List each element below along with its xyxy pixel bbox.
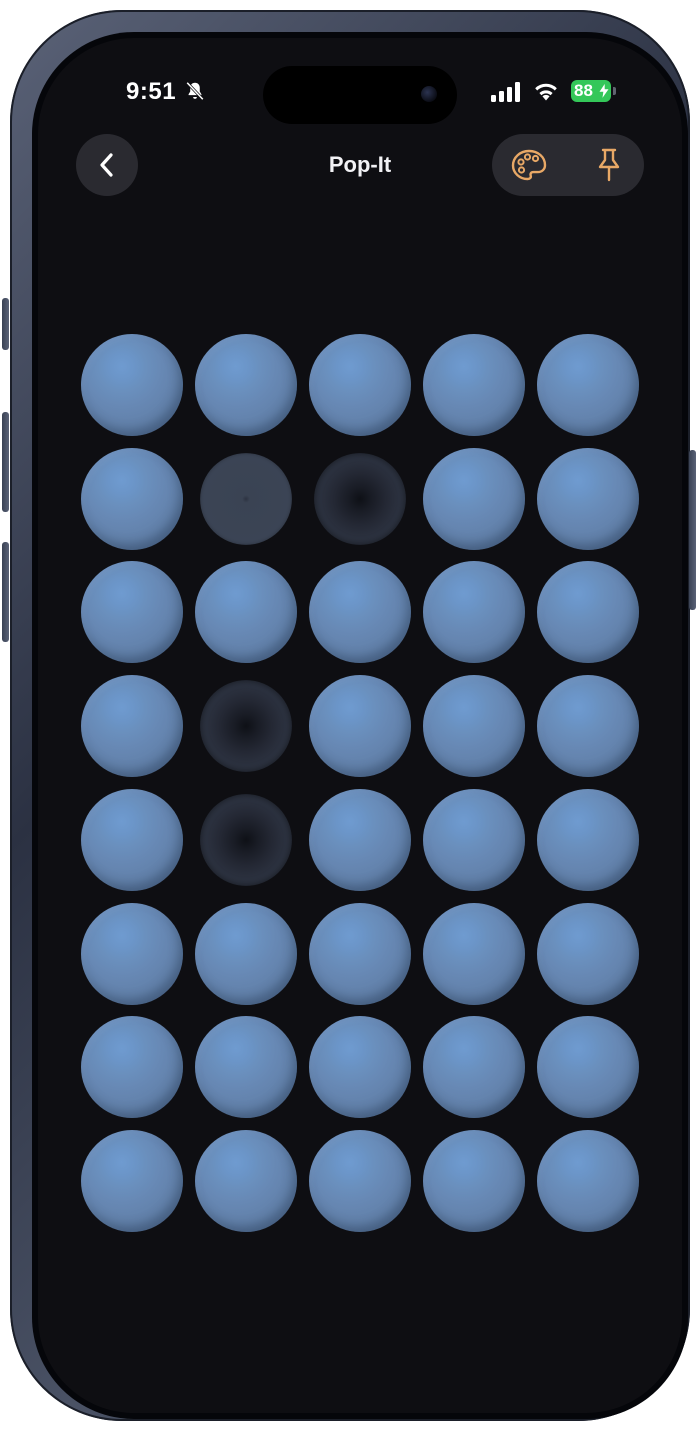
toolbar-pill bbox=[492, 134, 644, 196]
pin-button[interactable] bbox=[584, 142, 634, 188]
bubble-r3-c5[interactable] bbox=[537, 561, 639, 664]
bubble-r7-c4[interactable] bbox=[423, 1016, 525, 1119]
status-time: 9:51 bbox=[126, 78, 177, 105]
palette-icon bbox=[511, 149, 547, 181]
pin-icon bbox=[598, 148, 620, 182]
theme-button[interactable] bbox=[504, 142, 554, 188]
bubble-r3-c3[interactable] bbox=[309, 561, 411, 664]
app-screen: 9:51 88 Pop-It bbox=[38, 38, 682, 1413]
bubble-r6-c4[interactable] bbox=[423, 902, 525, 1005]
phone-frame: 9:51 88 Pop-It bbox=[2, 10, 696, 1421]
battery-charging-icon bbox=[599, 83, 609, 99]
back-button[interactable] bbox=[76, 134, 138, 196]
dynamic-island bbox=[263, 66, 457, 124]
bubble-r8-c2[interactable] bbox=[195, 1129, 297, 1232]
bubble-r7-c3[interactable] bbox=[309, 1016, 411, 1119]
bubble-r6-c3[interactable] bbox=[309, 902, 411, 1005]
wifi-icon bbox=[535, 83, 557, 101]
bubble-r7-c2[interactable] bbox=[195, 1016, 297, 1119]
battery-indicator: 88 bbox=[571, 80, 611, 102]
bubble-r2-c2-popped[interactable] bbox=[200, 452, 292, 545]
bubble-r4-c4[interactable] bbox=[423, 675, 525, 778]
bubble-r6-c2[interactable] bbox=[195, 902, 297, 1005]
bubble-r3-c4[interactable] bbox=[423, 561, 525, 664]
bubble-r1-c2[interactable] bbox=[195, 334, 297, 436]
bubble-r8-c4[interactable] bbox=[423, 1129, 525, 1232]
action-button bbox=[2, 298, 9, 350]
cellular-signal-icon bbox=[491, 82, 520, 102]
bubble-r6-c5[interactable] bbox=[537, 902, 639, 1005]
bubble-r1-c3[interactable] bbox=[309, 334, 411, 436]
bubble-r3-c1[interactable] bbox=[81, 561, 183, 664]
bubble-r5-c1[interactable] bbox=[81, 788, 183, 891]
bubble-r8-c3[interactable] bbox=[309, 1129, 411, 1232]
bubble-r5-c2-popped[interactable] bbox=[200, 793, 292, 886]
pop-it-grid bbox=[81, 334, 641, 1234]
bubble-r4-c3[interactable] bbox=[309, 675, 411, 778]
bubble-r6-c1[interactable] bbox=[81, 902, 183, 1005]
bubble-r1-c5[interactable] bbox=[537, 334, 639, 436]
bubble-r7-c1[interactable] bbox=[81, 1016, 183, 1119]
navigation-bar: Pop-It bbox=[38, 134, 682, 196]
bubble-r2-c5[interactable] bbox=[537, 447, 639, 550]
bubble-r3-c2[interactable] bbox=[195, 561, 297, 664]
bubble-r5-c5[interactable] bbox=[537, 788, 639, 891]
bubble-r5-c3[interactable] bbox=[309, 788, 411, 891]
bubble-r2-c1[interactable] bbox=[81, 447, 183, 550]
chevron-left-icon bbox=[100, 153, 113, 177]
volume-down-button bbox=[2, 542, 9, 642]
bubble-r4-c1[interactable] bbox=[81, 675, 183, 778]
battery-level: 88 bbox=[574, 81, 593, 100]
power-button bbox=[689, 450, 696, 610]
camera-icon bbox=[421, 86, 437, 102]
bubble-r8-c5[interactable] bbox=[537, 1129, 639, 1232]
bubble-r2-c4[interactable] bbox=[423, 447, 525, 550]
bubble-r5-c4[interactable] bbox=[423, 788, 525, 891]
bubble-r7-c5[interactable] bbox=[537, 1016, 639, 1119]
battery-cap bbox=[613, 87, 616, 95]
bubble-r4-c2-popped[interactable] bbox=[200, 680, 292, 772]
bell-slash-icon bbox=[186, 81, 204, 101]
bubble-r8-c1[interactable] bbox=[81, 1129, 183, 1232]
bubble-r1-c1[interactable] bbox=[81, 334, 183, 436]
bubble-r1-c4[interactable] bbox=[423, 334, 525, 436]
bubble-r2-c3-popped[interactable] bbox=[314, 452, 406, 545]
status-bar: 9:51 88 bbox=[38, 38, 682, 148]
bubble-r4-c5[interactable] bbox=[537, 675, 639, 778]
page-title: Pop-It bbox=[328, 152, 392, 177]
volume-up-button bbox=[2, 412, 9, 512]
